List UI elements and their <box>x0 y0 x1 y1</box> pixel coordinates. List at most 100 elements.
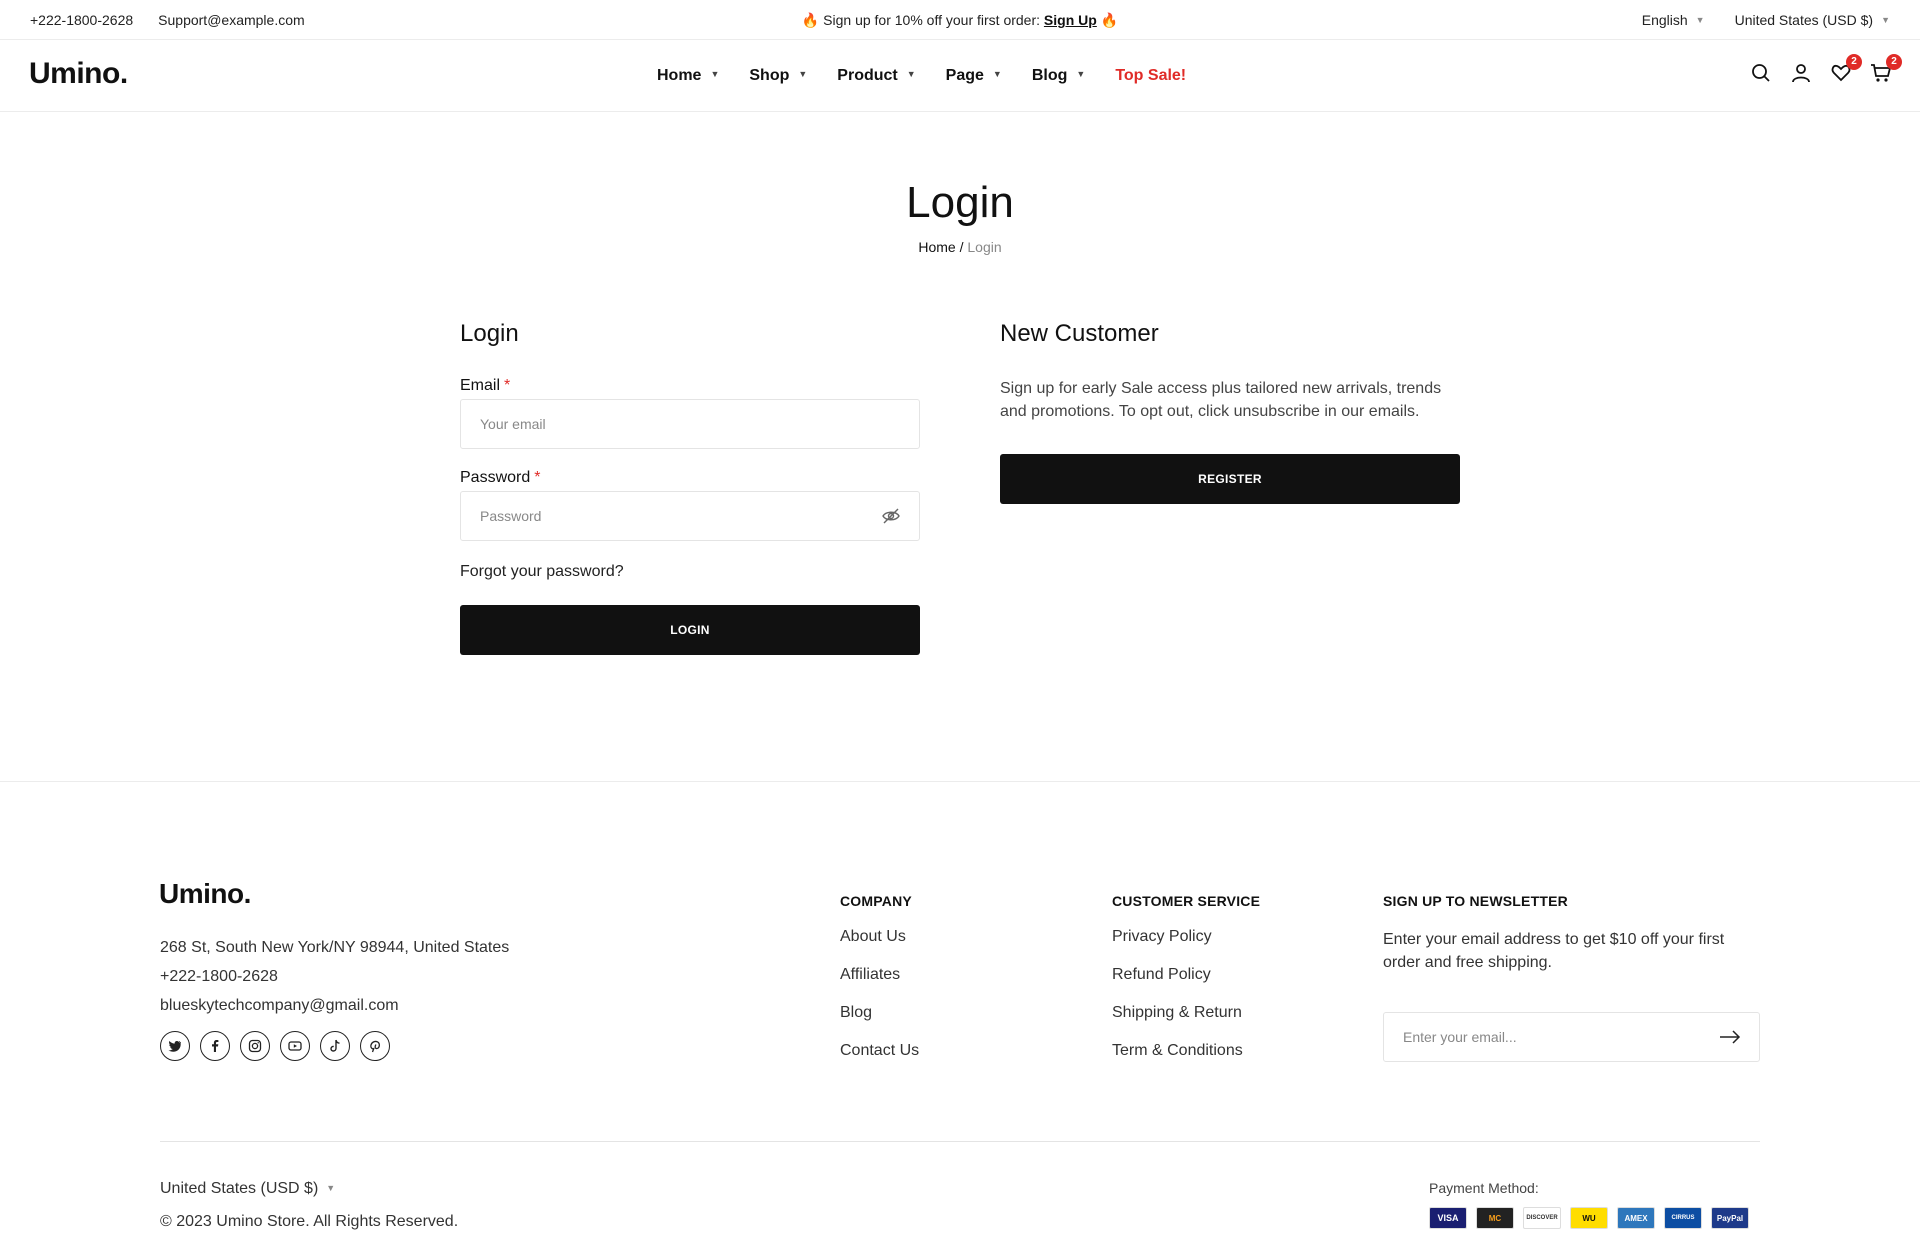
wishlist-icon[interactable]: 2 <box>1830 54 1862 84</box>
customer-service-heading: CUSTOMER SERVICE <box>1112 893 1261 909</box>
chevron-down-icon: ▼ <box>798 69 808 79</box>
service-links: Privacy Policy Refund Policy Shipping & … <box>1112 928 1260 1080</box>
currency-selector[interactable]: United States (USD $) ▼ <box>1735 12 1890 28</box>
nav-item-shop[interactable]: Shop ▼ <box>749 67 807 85</box>
footer-link-shipping[interactable]: Shipping & Return <box>1112 1004 1260 1042</box>
footer-contact: 268 St, South New York/NY 98944, United … <box>160 933 509 1020</box>
footer-service-column: CUSTOMER SERVICE Privacy Policy Refund P… <box>1112 893 1260 1080</box>
locale-selectors: English ▼ United States (USD $) ▼ <box>1642 12 1890 28</box>
youtube-icon[interactable] <box>280 1031 310 1061</box>
page-title: Login <box>906 178 1014 227</box>
breadcrumb-current: Login <box>967 239 1002 255</box>
company-links: About Us Affiliates Blog Contact Us <box>840 928 919 1080</box>
footer-link-refund[interactable]: Refund Policy <box>1112 966 1260 1004</box>
footer-currency-selector[interactable]: United States (USD $) ▼ <box>160 1180 335 1198</box>
footer-email[interactable]: blueskytechcompany@gmail.com <box>160 991 509 1020</box>
language-selector[interactable]: English ▼ <box>1642 12 1705 28</box>
footer-link-blog[interactable]: Blog <box>840 1004 919 1042</box>
new-customer-text: Sign up for early Sale access plus tailo… <box>1000 380 1442 420</box>
section-divider <box>0 781 1920 782</box>
mastercard-icon: MC <box>1476 1207 1514 1229</box>
amex-icon: AMEX <box>1617 1207 1655 1229</box>
chevron-down-icon: ▼ <box>1076 69 1086 79</box>
nav-label: Home <box>657 67 702 84</box>
instagram-icon[interactable] <box>240 1031 270 1061</box>
footer-link-terms[interactable]: Term & Conditions <box>1112 1042 1260 1080</box>
copyright: © 2023 Umino Store. All Rights Reserved. <box>160 1213 459 1230</box>
newsletter-text: Enter your email address to get $10 off … <box>1383 931 1725 971</box>
required-mark: * <box>534 469 541 486</box>
main-nav: Home ▼ Shop ▼ Product ▼ Page ▼ Blog ▼ Top Sal… <box>657 67 1186 85</box>
western-union-icon: WU <box>1570 1207 1608 1229</box>
arrow-right-icon[interactable] <box>1719 1030 1741 1047</box>
nav-item-home[interactable]: Home ▼ <box>657 67 719 85</box>
newsletter-placeholder: Enter your email... <box>1403 1029 1517 1045</box>
password-label: Password * <box>460 469 920 487</box>
cart-count-badge: 2 <box>1886 54 1902 70</box>
payment-cards: VISA MC DISCOVER WU AMEX CIRRUS PayPal <box>1429 1207 1749 1229</box>
social-links <box>160 1031 390 1061</box>
footer-link-affiliates[interactable]: Affiliates <box>840 966 919 1004</box>
promo-banner: 🔥 Sign up for 10% off your first order: … <box>0 12 1920 29</box>
footer-divider <box>160 1141 1760 1142</box>
fire-icon: 🔥 <box>801 12 820 28</box>
footer-newsletter-column: SIGN UP TO NEWSLETTER Enter your email a… <box>1383 893 1763 974</box>
nav-item-page[interactable]: Page ▼ <box>946 67 1002 85</box>
forgot-password-link[interactable]: Forgot your password? <box>460 563 920 581</box>
footer-logo[interactable]: Umino. <box>159 878 251 910</box>
nav-label: Product <box>837 67 898 84</box>
top-bar: +222-1800-2628 Support@example.com 🔥 Sig… <box>0 0 1920 40</box>
facebook-icon[interactable] <box>200 1031 230 1061</box>
header-icons: 2 2 <box>1750 54 1902 84</box>
footer-link-contact[interactable]: Contact Us <box>840 1042 919 1080</box>
account-icon[interactable] <box>1790 62 1812 84</box>
payment-method-label: Payment Method: <box>1429 1180 1539 1196</box>
newsletter-heading: SIGN UP TO NEWSLETTER <box>1383 893 1568 909</box>
chevron-down-icon: ▼ <box>326 1183 336 1193</box>
new-customer-title: New Customer <box>1000 320 1159 347</box>
nav-label: Blog <box>1031 67 1068 84</box>
email-field[interactable]: Your email <box>460 399 920 449</box>
eye-off-icon[interactable] <box>882 507 900 528</box>
login-title: Login <box>460 320 519 347</box>
tiktok-icon[interactable] <box>320 1031 350 1061</box>
footer-link-about[interactable]: About Us <box>840 928 919 966</box>
main-header: Umino. Home ▼ Shop ▼ Product ▼ Page ▼ Blog ▼ … <box>0 40 1920 112</box>
footer-phone[interactable]: +222-1800-2628 <box>160 962 509 991</box>
email-label: Email * <box>460 377 920 395</box>
promo-text: Sign up for 10% off your first order: <box>823 12 1041 28</box>
discover-icon: DISCOVER <box>1523 1207 1561 1229</box>
chevron-down-icon: ▼ <box>1881 15 1890 25</box>
email-placeholder: Your email <box>480 416 546 432</box>
breadcrumb: Home / Login <box>0 239 1920 255</box>
nav-label: Page <box>945 67 984 84</box>
nav-item-product[interactable]: Product ▼ <box>837 67 915 85</box>
pinterest-icon[interactable] <box>360 1031 390 1061</box>
fire-icon: 🔥 <box>1100 12 1119 28</box>
password-label-text: Password <box>460 469 531 486</box>
register-button[interactable]: REGISTER <box>1000 454 1460 504</box>
password-field[interactable]: Password <box>460 491 920 541</box>
promo-signup-link[interactable]: Sign Up <box>1044 12 1097 28</box>
search-icon[interactable] <box>1750 62 1772 84</box>
required-mark: * <box>504 377 511 394</box>
currency-label: United States (USD $) <box>1734 12 1874 28</box>
chevron-down-icon: ▼ <box>1695 15 1705 25</box>
wishlist-count-badge: 2 <box>1846 54 1862 70</box>
breadcrumb-home[interactable]: Home <box>918 239 955 255</box>
twitter-icon[interactable] <box>160 1031 190 1061</box>
email-label-text: Email <box>460 377 501 394</box>
new-customer-section: New Customer Sign up for early Sale acce… <box>1000 320 1460 504</box>
footer-link-privacy[interactable]: Privacy Policy <box>1112 928 1260 966</box>
nav-item-top-sale[interactable]: Top Sale! <box>1115 67 1186 85</box>
footer-company-column: COMPANY About Us Affiliates Blog Contact… <box>840 893 919 1080</box>
login-button[interactable]: LOGIN <box>460 605 920 655</box>
nav-item-blog[interactable]: Blog ▼ <box>1032 67 1085 85</box>
paypal-icon: PayPal <box>1711 1207 1749 1229</box>
newsletter-email-input[interactable]: Enter your email... <box>1383 1012 1760 1062</box>
password-placeholder: Password <box>480 508 542 524</box>
visa-icon: VISA <box>1429 1207 1467 1229</box>
cart-icon[interactable]: 2 <box>1870 54 1902 84</box>
language-label: English <box>1641 12 1688 28</box>
site-logo[interactable]: Umino. <box>29 57 128 91</box>
